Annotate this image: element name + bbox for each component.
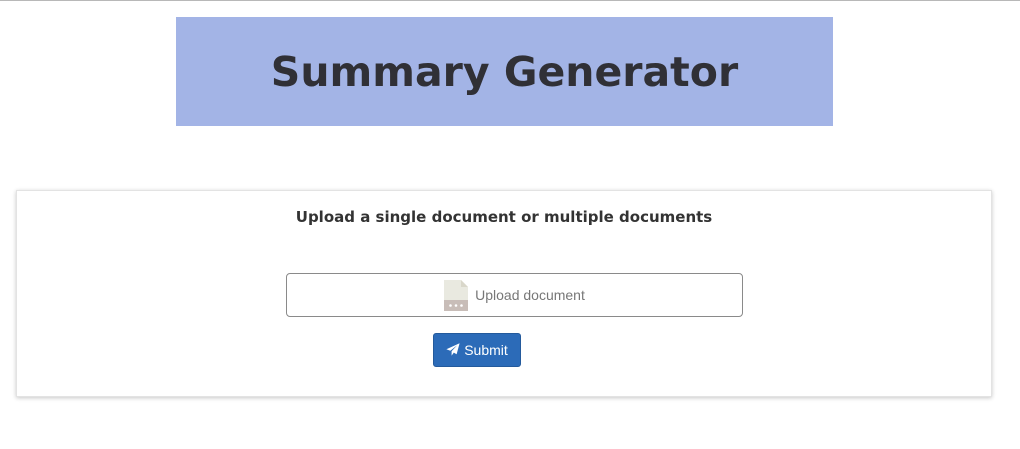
submit-button-label: Submit	[464, 342, 508, 358]
upload-card: Upload a single document or multiple doc…	[16, 190, 992, 397]
upload-document-label: Upload document	[475, 287, 585, 303]
upload-document-input[interactable]: Upload document	[286, 273, 743, 317]
paper-plane-icon	[446, 343, 460, 356]
submit-button[interactable]: Submit	[433, 333, 521, 367]
page-title: Summary Generator	[270, 47, 739, 96]
document-file-icon	[444, 279, 469, 311]
top-divider	[0, 0, 1020, 1]
header-banner: Summary Generator	[176, 17, 833, 126]
upload-instructions: Upload a single document or multiple doc…	[295, 208, 713, 226]
